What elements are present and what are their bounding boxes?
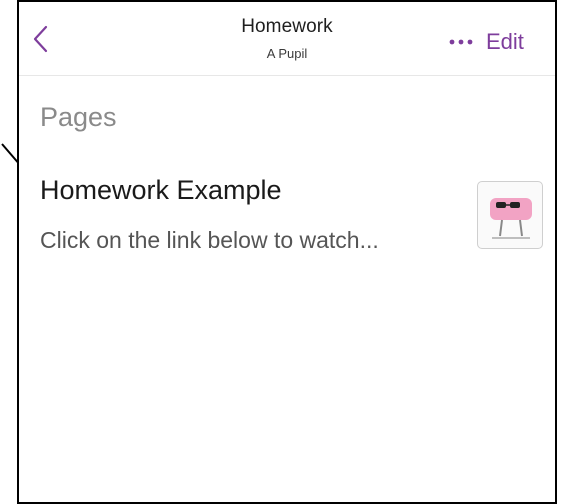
page-preview-text: Click on the link below to watch... bbox=[40, 227, 379, 253]
more-options-button[interactable] bbox=[447, 30, 477, 54]
page-thumbnail bbox=[477, 181, 543, 249]
nav-header: Homework A Pupil Edit bbox=[19, 2, 555, 76]
ellipsis-icon bbox=[449, 39, 473, 45]
edit-button[interactable]: Edit bbox=[486, 29, 524, 55]
section-heading-pages: Pages bbox=[40, 102, 117, 132]
page-title: Homework Example bbox=[40, 175, 282, 205]
thumbnail-drawing bbox=[490, 198, 532, 239]
app-screen: Homework A Pupil Edit Pages Homework Exa… bbox=[17, 0, 557, 504]
page-list-item[interactable]: Homework Example Click on the link below… bbox=[19, 162, 555, 262]
